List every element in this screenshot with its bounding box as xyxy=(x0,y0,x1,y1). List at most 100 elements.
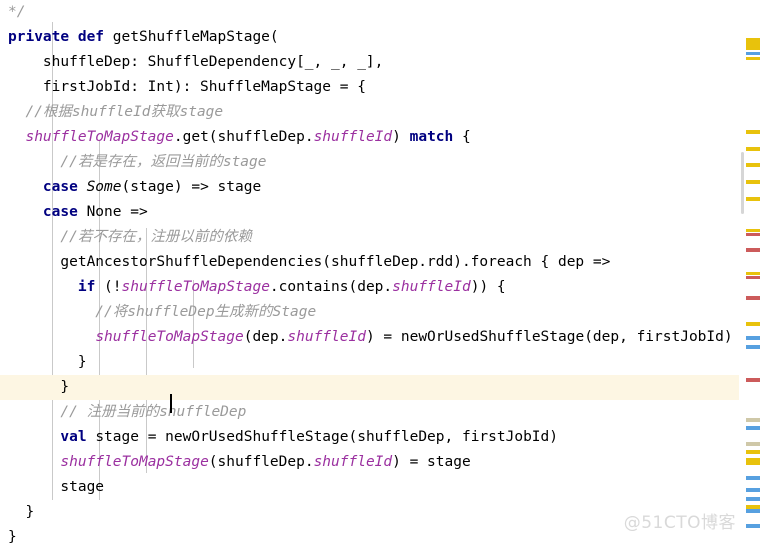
code-line[interactable]: if (!shuffleToMapStage.contains(dep.shuf… xyxy=(0,275,740,300)
code-line[interactable]: } xyxy=(0,350,740,375)
code-token: shuffleToMapStage xyxy=(60,454,209,470)
inspection-marker[interactable] xyxy=(746,197,760,201)
code-token: shuffleToMapStage xyxy=(121,279,270,295)
code-line[interactable]: case None => xyxy=(0,200,740,225)
code-line[interactable]: shuffleDep: ShuffleDependency[_, _, _], xyxy=(0,50,740,75)
code-token: val xyxy=(60,429,87,445)
code-token: //根据shuffleId获取stage xyxy=(8,104,224,120)
code-token: shuffleId xyxy=(313,454,393,470)
vertical-scrollbar-thumb[interactable] xyxy=(741,152,744,214)
inspection-marker[interactable] xyxy=(746,450,760,454)
code-line[interactable]: //若不存在，注册以前的依赖 xyxy=(0,225,740,250)
inspection-marker[interactable] xyxy=(746,322,760,326)
inspection-marker[interactable] xyxy=(746,497,760,501)
code-line[interactable]: private def getShuffleMapStage( xyxy=(0,25,740,50)
code-line[interactable]: stage xyxy=(0,475,740,500)
inspection-marker[interactable] xyxy=(746,458,760,465)
code-token: shuffleId xyxy=(313,129,393,145)
inspection-marker[interactable] xyxy=(746,163,760,167)
inspection-marker[interactable] xyxy=(746,180,760,184)
code-token: def xyxy=(77,29,105,45)
inspection-marker[interactable] xyxy=(746,418,760,422)
code-line[interactable]: getAncestorShuffleDependencies(shuffleDe… xyxy=(0,250,740,275)
inspection-marker[interactable] xyxy=(746,336,760,340)
code-token: shuffleId xyxy=(392,279,471,295)
code-line[interactable]: } xyxy=(0,375,740,400)
code-token: match xyxy=(409,129,454,145)
inspection-marker[interactable] xyxy=(746,442,760,446)
code-line[interactable]: //将shuffleDep生成新的Stage xyxy=(0,300,740,325)
code-token: getShuffleMapStage( xyxy=(104,29,279,45)
inspection-marker[interactable] xyxy=(746,488,760,492)
code-token: //若是存在，返回当前的stage xyxy=(8,154,267,170)
code-token: stage = newOrUsedShuffleStage(shuffleDep… xyxy=(86,429,558,445)
inspection-marker[interactable] xyxy=(746,476,760,480)
inspection-marker[interactable] xyxy=(746,426,760,430)
code-token: shuffleId xyxy=(287,329,366,345)
code-token: ) xyxy=(392,129,410,145)
code-token: stage xyxy=(8,479,105,495)
code-token: (! xyxy=(95,279,122,295)
inspection-marker[interactable] xyxy=(746,229,760,232)
code-token: { xyxy=(453,129,471,145)
inspection-marker[interactable] xyxy=(746,38,760,50)
inspection-marker[interactable] xyxy=(746,147,760,151)
inspection-marker[interactable] xyxy=(746,378,760,382)
code-line[interactable]: shuffleToMapStage.get(shuffleDep.shuffle… xyxy=(0,125,740,150)
code-token: ) = stage xyxy=(392,454,471,470)
inspection-marker[interactable] xyxy=(746,233,760,236)
code-editor: */ private def getShuffleMapStage( shuffl… xyxy=(0,0,766,543)
code-line[interactable]: //若是存在，返回当前的stage xyxy=(0,150,740,175)
code-lines[interactable]: */ private def getShuffleMapStage( shuffl… xyxy=(0,0,740,543)
code-line[interactable]: */ xyxy=(0,0,740,25)
code-token: shuffleToMapStage xyxy=(95,329,244,345)
inspection-marker[interactable] xyxy=(746,296,760,300)
inspection-marker[interactable] xyxy=(746,248,760,252)
code-token: */ xyxy=(8,4,26,20)
marker-gutter[interactable] xyxy=(739,0,766,543)
code-line[interactable]: val stage = newOrUsedShuffleStage(shuffl… xyxy=(0,425,740,450)
inspection-marker[interactable] xyxy=(746,524,760,528)
code-token: case xyxy=(42,204,78,220)
code-line[interactable]: shuffleToMapStage(shuffleDep.shuffleId) … xyxy=(0,450,740,475)
code-token: .contains(dep. xyxy=(269,279,393,295)
inspection-marker[interactable] xyxy=(746,509,760,513)
code-token: } xyxy=(8,354,87,370)
code-line[interactable]: case Some(stage) => stage xyxy=(0,175,740,200)
code-token: } xyxy=(8,504,35,520)
code-line[interactable]: shuffleToMapStage(dep.shuffleId) = newOr… xyxy=(0,325,740,350)
code-token: )) { xyxy=(470,279,506,295)
code-token: } xyxy=(8,529,17,543)
inspection-marker[interactable] xyxy=(746,52,760,55)
code-token: private xyxy=(8,29,70,45)
code-token: ) = newOrUsedShuffleStage(dep, firstJobI… xyxy=(365,329,733,345)
code-token: .get(shuffleDep. xyxy=(173,129,314,145)
inspection-marker[interactable] xyxy=(746,130,760,134)
inspection-marker[interactable] xyxy=(746,345,760,349)
watermark: @51CTO博客 xyxy=(623,513,736,533)
code-line[interactable]: firstJobId: Int): ShuffleMapStage = { xyxy=(0,75,740,100)
inspection-marker[interactable] xyxy=(746,276,760,279)
code-line[interactable]: // 注册当前的shuffleDep xyxy=(0,400,740,425)
inspection-marker[interactable] xyxy=(746,57,760,60)
inspection-marker[interactable] xyxy=(746,272,760,275)
code-line[interactable]: //根据shuffleId获取stage xyxy=(0,100,740,125)
code-token: (stage) => stage xyxy=(121,179,262,195)
code-token: shuffleDep: ShuffleDependency[_, _, _], xyxy=(8,54,384,70)
code-token: None => xyxy=(77,204,148,220)
code-token: (dep. xyxy=(243,329,288,345)
text-caret xyxy=(170,394,172,413)
code-text-area[interactable]: */ private def getShuffleMapStage( shuffl… xyxy=(0,0,740,543)
code-token: if xyxy=(77,279,96,295)
code-token: } xyxy=(8,379,70,395)
code-token: (shuffleDep. xyxy=(208,454,314,470)
code-token: shuffleToMapStage xyxy=(25,129,174,145)
